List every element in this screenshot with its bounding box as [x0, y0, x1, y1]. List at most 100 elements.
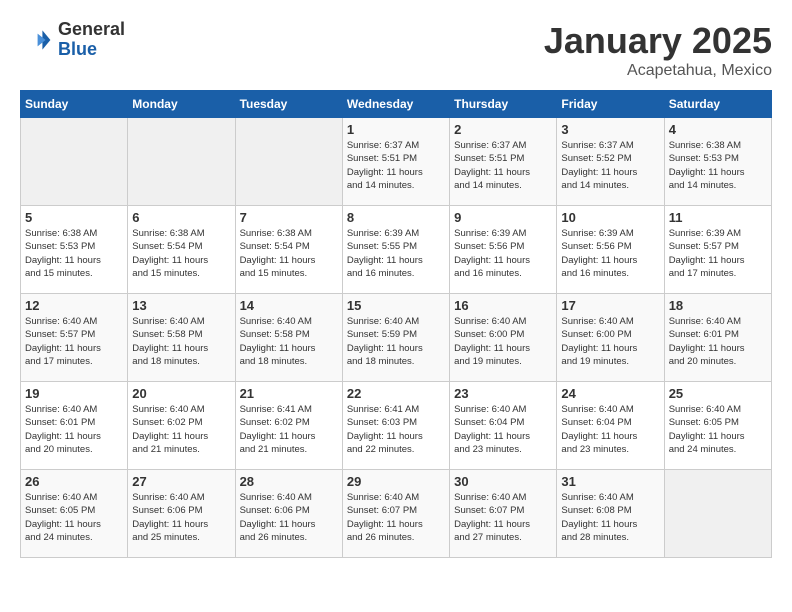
calendar-cell: 23 Sunrise: 6:40 AM Sunset: 6:04 PM Dayli…	[450, 382, 557, 470]
calendar-cell: 3Sunrise: 6:37 AM Sunset: 5:52 PM Daylig…	[557, 118, 664, 206]
weekday-header-saturday: Saturday	[664, 91, 771, 118]
cell-info: Sunrise: 6:40 AM Sunset: 6:00 PM Dayligh…	[561, 315, 659, 368]
calendar-cell: 11 Sunrise: 6:39 AM Sunset: 5:57 PM Dayli…	[664, 206, 771, 294]
cell-info: Sunrise: 6:40 AM Sunset: 5:59 PM Dayligh…	[347, 315, 445, 368]
day-number: 5	[25, 210, 123, 225]
day-number: 16	[454, 298, 552, 313]
cell-info: Sunrise: 6:40 AM Sunset: 6:08 PM Dayligh…	[561, 491, 659, 544]
cell-info: Sunrise: 6:41 AM Sunset: 6:02 PM Dayligh…	[240, 403, 338, 456]
cell-info: Sunrise: 6:39 AM Sunset: 5:56 PM Dayligh…	[454, 227, 552, 280]
cell-info: Sunrise: 6:40 AM Sunset: 6:06 PM Dayligh…	[132, 491, 230, 544]
day-number: 26	[25, 474, 123, 489]
day-number: 18	[669, 298, 767, 313]
calendar-cell: 26 Sunrise: 6:40 AM Sunset: 6:05 PM Dayli…	[21, 470, 128, 558]
week-row-4: 19Sunrise: 6:40 AM Sunset: 6:01 PM Dayli…	[21, 382, 772, 470]
calendar-cell: 18Sunrise: 6:40 AM Sunset: 6:01 PM Dayli…	[664, 294, 771, 382]
weekday-header-friday: Friday	[557, 91, 664, 118]
calendar-cell: 10Sunrise: 6:39 AM Sunset: 5:56 PM Dayli…	[557, 206, 664, 294]
calendar-cell: 28 Sunrise: 6:40 AM Sunset: 6:06 PM Dayli…	[235, 470, 342, 558]
day-number: 11	[669, 210, 767, 225]
calendar-cell	[664, 470, 771, 558]
calendar-cell: 29 Sunrise: 6:40 AM Sunset: 6:07 PM Dayli…	[342, 470, 449, 558]
cell-info: Sunrise: 6:40 AM Sunset: 6:05 PM Dayligh…	[25, 491, 123, 544]
calendar-cell	[128, 118, 235, 206]
calendar-cell	[235, 118, 342, 206]
calendar-cell: 19Sunrise: 6:40 AM Sunset: 6:01 PM Dayli…	[21, 382, 128, 470]
cell-info: Sunrise: 6:37 AM Sunset: 5:52 PM Dayligh…	[561, 139, 659, 192]
calendar-cell: 25Sunrise: 6:40 AM Sunset: 6:05 PM Dayli…	[664, 382, 771, 470]
cell-info: Sunrise: 6:38 AM Sunset: 5:53 PM Dayligh…	[669, 139, 767, 192]
day-number: 23	[454, 386, 552, 401]
calendar-cell: 1Sunrise: 6:37 AM Sunset: 5:51 PM Daylig…	[342, 118, 449, 206]
cell-info: Sunrise: 6:40 AM Sunset: 5:58 PM Dayligh…	[240, 315, 338, 368]
day-number: 28	[240, 474, 338, 489]
day-number: 29	[347, 474, 445, 489]
cell-info: Sunrise: 6:40 AM Sunset: 6:00 PM Dayligh…	[454, 315, 552, 368]
cell-info: Sunrise: 6:40 AM Sunset: 6:05 PM Dayligh…	[669, 403, 767, 456]
cell-info: Sunrise: 6:38 AM Sunset: 5:54 PM Dayligh…	[240, 227, 338, 280]
day-number: 10	[561, 210, 659, 225]
cell-info: Sunrise: 6:41 AM Sunset: 6:03 PM Dayligh…	[347, 403, 445, 456]
cell-info: Sunrise: 6:40 AM Sunset: 6:02 PM Dayligh…	[132, 403, 230, 456]
day-number: 31	[561, 474, 659, 489]
cell-info: Sunrise: 6:40 AM Sunset: 6:07 PM Dayligh…	[454, 491, 552, 544]
cell-info: Sunrise: 6:39 AM Sunset: 5:55 PM Dayligh…	[347, 227, 445, 280]
cell-info: Sunrise: 6:40 AM Sunset: 5:58 PM Dayligh…	[132, 315, 230, 368]
calendar-cell: 12Sunrise: 6:40 AM Sunset: 5:57 PM Dayli…	[21, 294, 128, 382]
cell-info: Sunrise: 6:40 AM Sunset: 5:57 PM Dayligh…	[25, 315, 123, 368]
calendar-cell: 15 Sunrise: 6:40 AM Sunset: 5:59 PM Dayli…	[342, 294, 449, 382]
logo-blue: Blue	[58, 40, 125, 60]
day-number: 15	[347, 298, 445, 313]
day-number: 2	[454, 122, 552, 137]
calendar-cell: 5 Sunrise: 6:38 AM Sunset: 5:53 PM Daylig…	[21, 206, 128, 294]
day-number: 20	[132, 386, 230, 401]
weekday-header-sunday: Sunday	[21, 91, 128, 118]
weekday-header-tuesday: Tuesday	[235, 91, 342, 118]
day-number: 30	[454, 474, 552, 489]
title-block: January 2025 Acapetahua, Mexico	[544, 20, 772, 80]
calendar-cell: 21 Sunrise: 6:41 AM Sunset: 6:02 PM Dayli…	[235, 382, 342, 470]
calendar-cell: 17 Sunrise: 6:40 AM Sunset: 6:00 PM Dayli…	[557, 294, 664, 382]
cell-info: Sunrise: 6:37 AM Sunset: 5:51 PM Dayligh…	[454, 139, 552, 192]
logo-text: General Blue	[58, 20, 125, 60]
week-row-5: 26 Sunrise: 6:40 AM Sunset: 6:05 PM Dayli…	[21, 470, 772, 558]
calendar-cell: 13 Sunrise: 6:40 AM Sunset: 5:58 PM Dayli…	[128, 294, 235, 382]
day-number: 13	[132, 298, 230, 313]
calendar-cell: 20 Sunrise: 6:40 AM Sunset: 6:02 PM Dayli…	[128, 382, 235, 470]
calendar-cell: 6Sunrise: 6:38 AM Sunset: 5:54 PM Daylig…	[128, 206, 235, 294]
calendar-cell	[21, 118, 128, 206]
day-number: 9	[454, 210, 552, 225]
calendar-cell: 7 Sunrise: 6:38 AM Sunset: 5:54 PM Daylig…	[235, 206, 342, 294]
logo-icon	[20, 24, 52, 56]
day-number: 7	[240, 210, 338, 225]
day-number: 24	[561, 386, 659, 401]
calendar-cell: 16 Sunrise: 6:40 AM Sunset: 6:00 PM Dayli…	[450, 294, 557, 382]
day-number: 22	[347, 386, 445, 401]
calendar-cell: 31 Sunrise: 6:40 AM Sunset: 6:08 PM Dayli…	[557, 470, 664, 558]
month-title: January 2025	[544, 20, 772, 62]
cell-info: Sunrise: 6:39 AM Sunset: 5:57 PM Dayligh…	[669, 227, 767, 280]
day-number: 14	[240, 298, 338, 313]
cell-info: Sunrise: 6:38 AM Sunset: 5:54 PM Dayligh…	[132, 227, 230, 280]
calendar-cell: 2 Sunrise: 6:37 AM Sunset: 5:51 PM Daylig…	[450, 118, 557, 206]
day-number: 4	[669, 122, 767, 137]
cell-info: Sunrise: 6:40 AM Sunset: 6:04 PM Dayligh…	[454, 403, 552, 456]
page-header: General Blue January 2025 Acapetahua, Me…	[20, 20, 772, 80]
day-number: 17	[561, 298, 659, 313]
calendar-cell: 4 Sunrise: 6:38 AM Sunset: 5:53 PM Daylig…	[664, 118, 771, 206]
cell-info: Sunrise: 6:40 AM Sunset: 6:07 PM Dayligh…	[347, 491, 445, 544]
cell-info: Sunrise: 6:40 AM Sunset: 6:01 PM Dayligh…	[25, 403, 123, 456]
calendar-cell: 9 Sunrise: 6:39 AM Sunset: 5:56 PM Daylig…	[450, 206, 557, 294]
calendar-cell: 22 Sunrise: 6:41 AM Sunset: 6:03 PM Dayli…	[342, 382, 449, 470]
logo-general: General	[58, 20, 125, 40]
cell-info: Sunrise: 6:40 AM Sunset: 6:06 PM Dayligh…	[240, 491, 338, 544]
day-number: 21	[240, 386, 338, 401]
day-number: 27	[132, 474, 230, 489]
logo: General Blue	[20, 20, 125, 60]
weekday-header-monday: Monday	[128, 91, 235, 118]
calendar-table: SundayMondayTuesdayWednesdayThursdayFrid…	[20, 90, 772, 558]
calendar-cell: 14 Sunrise: 6:40 AM Sunset: 5:58 PM Dayli…	[235, 294, 342, 382]
day-number: 1	[347, 122, 445, 137]
cell-info: Sunrise: 6:38 AM Sunset: 5:53 PM Dayligh…	[25, 227, 123, 280]
calendar-cell: 24Sunrise: 6:40 AM Sunset: 6:04 PM Dayli…	[557, 382, 664, 470]
